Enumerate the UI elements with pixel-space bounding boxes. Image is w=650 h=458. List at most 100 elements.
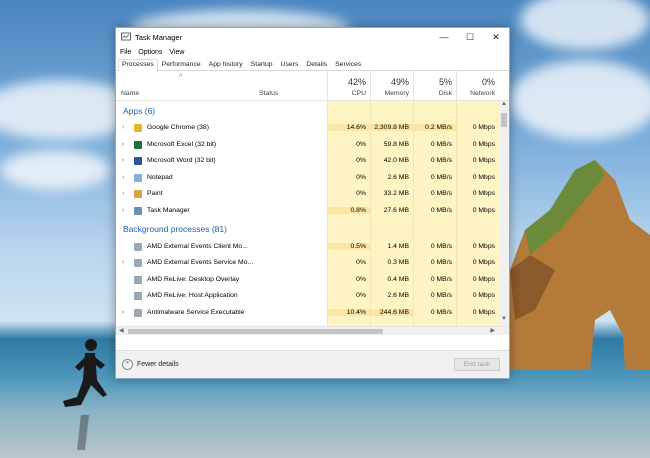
- process-memory: 0.3 MB: [387, 259, 409, 267]
- tab-startup[interactable]: Startup: [247, 59, 277, 70]
- table-row[interactable]: › Task Manager 0.8% 27.6 MB 0 MB/s 0 Mbps: [116, 203, 499, 220]
- process-cpu: 0%: [356, 259, 366, 267]
- notepad-icon: [134, 173, 142, 182]
- apps-rows: › Google Chrome (38) 14.6% 2,309.8 MB 0.2 MB…: [116, 120, 499, 220]
- process-disk: 0 MB/s: [430, 275, 452, 283]
- tab-services[interactable]: Services: [331, 59, 365, 70]
- tab-details[interactable]: Details: [302, 59, 331, 70]
- process-name: AMD ReLive: Host Application: [147, 292, 238, 300]
- word-icon: [134, 157, 142, 166]
- group-header-apps: Apps (6): [123, 105, 156, 116]
- table-row[interactable]: › Notepad 0% 2.6 MB 0 MB/s 0 Mbps: [116, 170, 499, 187]
- maximize-button[interactable]: ☐: [457, 28, 483, 46]
- sea-arch-rock: [505, 160, 650, 370]
- table-row[interactable]: AMD ReLive: Desktop Overlay 0% 0.4 MB 0 MB/…: [116, 272, 499, 289]
- process-disk: 0 MB/s: [430, 242, 452, 250]
- process-network: 0 Mbps: [472, 292, 495, 300]
- table-row[interactable]: AMD ReLive: Host Application 0% 2.6 MB 0 MB…: [116, 288, 499, 305]
- column-header-disk[interactable]: 5% Disk: [413, 71, 456, 101]
- scroll-up-icon[interactable]: ▲: [499, 101, 509, 111]
- cloud: [0, 150, 110, 190]
- scroll-down-icon[interactable]: ▼: [499, 316, 509, 326]
- tab-app-history[interactable]: App history: [205, 59, 247, 70]
- process-memory: 33.2 MB: [383, 190, 409, 198]
- process-disk: 0 MB/s: [430, 157, 452, 165]
- excel-icon: [134, 140, 142, 149]
- minimize-button[interactable]: —: [431, 28, 457, 46]
- menu-view[interactable]: View: [169, 49, 184, 56]
- process-disk: 0 MB/s: [430, 190, 452, 198]
- expand-chevron-icon[interactable]: ›: [122, 124, 124, 131]
- amd-icon: [134, 275, 142, 284]
- vertical-scrollbar[interactable]: ▲ ▼: [499, 101, 509, 326]
- column-header-status[interactable]: Status: [259, 90, 278, 97]
- process-memory: 59.8 MB: [383, 140, 409, 148]
- column-headers: ^ Name Status 42% CPU 49% Memory 5% Disk…: [116, 71, 509, 101]
- memory-total: 49%: [390, 77, 409, 87]
- group-header-background: Background processes (81): [123, 224, 227, 235]
- process-disk: 0 MB/s: [430, 259, 452, 267]
- tab-performance[interactable]: Performance: [158, 59, 205, 70]
- fewer-details-button[interactable]: ⌃ Fewer details: [122, 359, 179, 370]
- tab-users[interactable]: Users: [277, 59, 303, 70]
- column-header-memory[interactable]: 49% Memory: [370, 71, 413, 101]
- expand-chevron-icon[interactable]: ›: [122, 190, 124, 197]
- expand-chevron-icon[interactable]: ›: [122, 309, 124, 316]
- title-bar[interactable]: Task Manager — ☐ ✕: [116, 28, 509, 46]
- horizontal-scrollbar[interactable]: ◀ ▶: [116, 326, 509, 335]
- menu-bar: File Options View: [116, 46, 509, 58]
- process-cpu: 0.5%: [327, 242, 370, 250]
- expand-chevron-icon[interactable]: ›: [122, 207, 124, 214]
- chevron-up-icon: ⌃: [122, 359, 133, 370]
- table-row[interactable]: › Microsoft Word (32 bit) 0% 42.0 MB 0 MB/s 0…: [116, 153, 499, 170]
- process-name: Paint: [147, 190, 163, 198]
- process-cpu: 0%: [356, 292, 366, 300]
- process-disk: 0 MB/s: [430, 206, 452, 214]
- expand-chevron-icon[interactable]: ›: [122, 141, 124, 148]
- task-manager-window: Task Manager — ☐ ✕ File Options View Pro…: [115, 27, 510, 379]
- process-disk: 0 MB/s: [430, 308, 452, 316]
- window-title: Task Manager: [135, 32, 183, 42]
- tab-processes[interactable]: Processes: [118, 59, 158, 71]
- table-row[interactable]: › AMD External Events Service Mo... 0% 0.3 …: [116, 255, 499, 272]
- process-disk: 0 MB/s: [430, 173, 452, 181]
- cpu-label: CPU: [351, 90, 366, 97]
- menu-options[interactable]: Options: [138, 49, 162, 56]
- process-name: Microsoft Excel (32 bit): [147, 140, 217, 148]
- close-button[interactable]: ✕: [483, 28, 509, 46]
- process-memory: 2.6 MB: [387, 292, 409, 300]
- table-row[interactable]: › Paint 0% 33.2 MB 0 MB/s 0 Mbps: [116, 186, 499, 203]
- process-list: Apps (6) › Google Chrome (38) 14.6% 2,309.8…: [116, 101, 509, 326]
- horizontal-scroll-thumb[interactable]: [128, 329, 383, 334]
- table-row[interactable]: › Microsoft Excel (32 bit) 0% 59.8 MB 0 MB/s…: [116, 137, 499, 154]
- process-network: 0 Mbps: [472, 308, 495, 316]
- expand-chevron-icon[interactable]: ›: [122, 157, 124, 164]
- scroll-thumb[interactable]: [501, 113, 507, 127]
- memory-label: Memory: [384, 90, 409, 97]
- footer-bar: ⌃ Fewer details End task: [116, 350, 509, 378]
- process-cpu: 0%: [356, 190, 366, 198]
- table-row[interactable]: › Google Chrome (38) 14.6% 2,309.8 MB 0.2 MB…: [116, 120, 499, 137]
- process-cpu: 0.8%: [327, 206, 370, 214]
- amd-icon: [134, 259, 142, 268]
- expand-chevron-icon[interactable]: ›: [122, 259, 124, 266]
- process-memory: 2,309.8 MB: [370, 124, 413, 131]
- table-row[interactable]: AMD External Events Client Mo... 0.5% 1.4 …: [116, 239, 499, 256]
- column-header-network[interactable]: 0% Network: [456, 71, 499, 101]
- end-task-button[interactable]: End task: [454, 358, 500, 371]
- tab-strip: Processes Performance App history Startu…: [116, 58, 509, 71]
- scroll-right-icon[interactable]: ▶: [490, 327, 495, 334]
- cpu-total: 42%: [347, 77, 366, 87]
- column-header-name[interactable]: Name: [121, 90, 139, 97]
- table-row[interactable]: › Antimalware Service Executable 10.4% 244.…: [116, 305, 499, 322]
- background-rows: AMD External Events Client Mo... 0.5% 1.4 …: [116, 239, 499, 322]
- chrome-icon: [134, 124, 142, 132]
- disk-label: Disk: [438, 90, 452, 97]
- antimalware-icon: [134, 308, 142, 317]
- menu-file[interactable]: File: [120, 49, 131, 56]
- process-cpu: 0%: [356, 140, 366, 148]
- scroll-left-icon[interactable]: ◀: [119, 327, 124, 334]
- expand-chevron-icon[interactable]: ›: [122, 174, 124, 181]
- process-disk: 0 MB/s: [430, 140, 452, 148]
- column-header-cpu[interactable]: 42% CPU: [327, 71, 370, 101]
